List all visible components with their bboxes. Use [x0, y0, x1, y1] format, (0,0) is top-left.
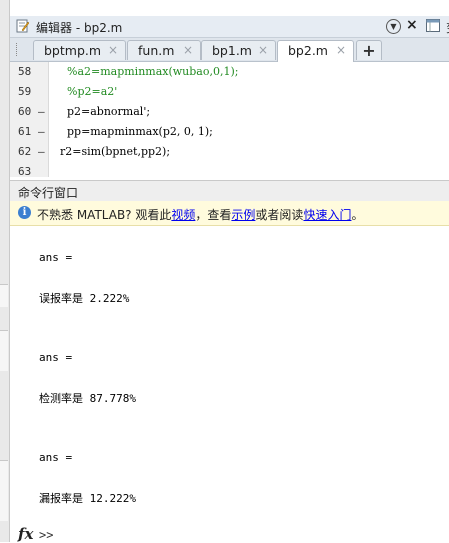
code-line[interactable]: 63 — [10, 162, 449, 177]
line-number: 63 — [18, 165, 32, 177]
info-mid-2: 或者阅读 — [255, 208, 304, 222]
getting-started-link[interactable]: 快速入门 — [303, 208, 351, 222]
left-panel-segment — [0, 330, 8, 371]
tab-bptmp[interactable]: bptmp.m × — [33, 40, 126, 60]
tab-close-icon[interactable]: × — [108, 43, 118, 57]
output-line: ans = — [39, 251, 73, 264]
line-number: 59 — [18, 85, 32, 98]
left-panel-segment — [0, 284, 8, 307]
code-text[interactable]: pp=mapminmax(p2, 0, 1); — [53, 125, 213, 138]
code-line[interactable]: 61 – pp=mapminmax(p2, 0, 1); — [10, 122, 449, 142]
info-mid-1: ，查看 — [195, 208, 232, 222]
panel-menu-icon[interactable]: ▼ — [386, 19, 401, 34]
code-line[interactable]: 60 – p2=abnormal'; — [10, 102, 449, 122]
tab-close-icon[interactable]: × — [183, 43, 193, 57]
code-editor[interactable]: 58 %a2=mapminmax(wubao,0,1); 59 %p2=a2' … — [10, 62, 449, 177]
line-number: 60 — [18, 105, 32, 118]
tab-bp1[interactable]: bp1.m × — [201, 40, 276, 60]
breakpoint-marker[interactable]: – — [38, 105, 45, 118]
info-icon: i — [18, 206, 31, 219]
tab-close-icon[interactable]: × — [336, 43, 346, 57]
breakpoint-marker[interactable]: – — [38, 125, 45, 138]
code-text[interactable]: p2=abnormal'; — [53, 105, 150, 118]
editor-title: 编辑器 - bp2.m — [36, 21, 123, 35]
tab-label: fun.m — [138, 43, 175, 58]
editor-title-bar: 编辑器 - bp2.m ▼ × 变 — [10, 16, 449, 38]
info-bar: i 不熟悉 MATLAB? 观看此视频，查看示例或者阅读快速入门。 — [10, 201, 449, 226]
breakpoint-marker[interactable]: – — [38, 145, 45, 158]
line-number: 61 — [18, 125, 32, 138]
tab-bar-grip[interactable] — [16, 43, 19, 56]
examples-link[interactable]: 示例 — [231, 208, 255, 222]
code-text[interactable]: %p2=a2' — [53, 85, 117, 98]
line-number: 58 — [18, 65, 32, 78]
tab-close-icon[interactable]: × — [258, 43, 268, 57]
output-line: ans = — [39, 351, 73, 364]
info-text: 不熟悉 MATLAB? 观看此视频，查看示例或者阅读快速入门。 — [37, 206, 363, 223]
left-panel-strip — [0, 0, 10, 542]
command-window-title: 命令行窗口 — [18, 186, 79, 200]
code-text[interactable]: %a2=mapminmax(wubao,0,1); — [53, 65, 239, 78]
line-number: 62 — [18, 145, 32, 158]
add-tab-button[interactable]: + — [356, 40, 382, 60]
command-prompt[interactable]: >> — [39, 528, 53, 542]
tab-fun[interactable]: fun.m × — [127, 40, 201, 60]
editor-tab-bar: bptmp.m × fun.m × bp1.m × bp2.m × + — [10, 38, 449, 62]
output-line: ans = — [39, 451, 73, 464]
output-line: 检测率是 87.778% — [39, 392, 136, 405]
tab-bp2[interactable]: bp2.m × — [277, 40, 354, 62]
output-line: 误报率是 2.222% — [39, 292, 130, 305]
video-link[interactable]: 视频 — [171, 208, 195, 222]
tab-label: bp1.m — [212, 43, 252, 58]
code-line[interactable]: 62 – r2=sim(bpnet,pp2); — [10, 142, 449, 162]
workspace-icon[interactable] — [426, 19, 440, 32]
info-suffix: 。 — [351, 208, 364, 222]
command-window-header: 命令行窗口 — [10, 180, 449, 202]
function-browser-icon[interactable]: fx — [18, 525, 33, 543]
code-text[interactable]: r2=sim(bpnet,pp2); — [53, 145, 170, 158]
left-panel-segment — [0, 460, 8, 521]
plus-icon: + — [362, 41, 376, 60]
info-prefix: 不熟悉 MATLAB? 观看此 — [37, 208, 172, 222]
code-line[interactable]: 59 %p2=a2' — [10, 82, 449, 102]
tab-label: bp2.m — [288, 43, 328, 58]
code-line[interactable]: 58 %a2=mapminmax(wubao,0,1); — [10, 62, 449, 82]
output-line: 漏报率是 12.222% — [39, 492, 136, 505]
editor-icon — [16, 19, 29, 33]
tab-label: bptmp.m — [44, 43, 102, 58]
close-icon[interactable]: × — [406, 17, 418, 33]
